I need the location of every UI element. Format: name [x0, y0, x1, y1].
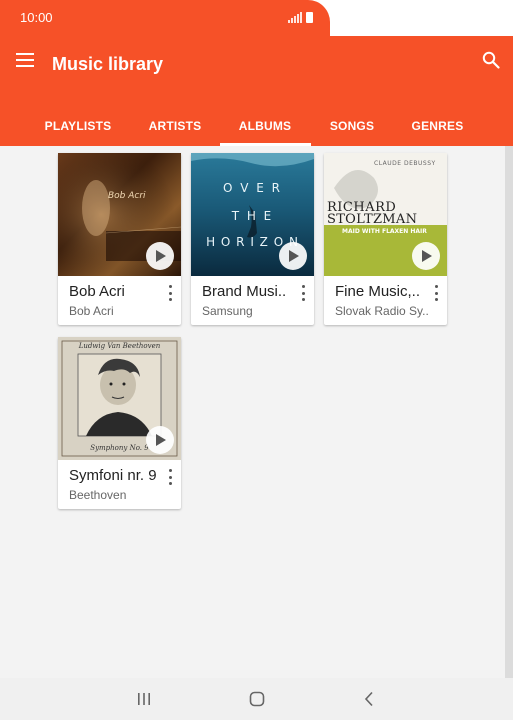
tab-songs[interactable]: SONGS [322, 119, 382, 133]
back-icon[interactable] [360, 690, 380, 708]
album-artist: Beethoven [69, 488, 127, 502]
tab-bar: PLAYLISTS ARTISTS ALBUMS SONGS GENRES [0, 110, 513, 146]
album-card[interactable]: Bob Acri Bob Acri Bob Acri [58, 153, 181, 325]
album-art-name2: STOLTZMAN [327, 212, 418, 227]
album-art-composer: Ludwig Van Beethoven [78, 342, 161, 350]
album-title: Brand Musi.. [202, 283, 287, 300]
status-icons [288, 11, 313, 23]
more-options-icon[interactable] [431, 285, 441, 301]
album-grid[interactable]: Bob Acri Bob Acri Bob Acri O V E R T H E… [0, 146, 513, 678]
play-button[interactable] [146, 426, 174, 454]
tab-playlists[interactable]: PLAYLISTS [38, 119, 118, 133]
album-card[interactable]: O V E R T H E H O R I Z O N Brand Musi..… [191, 153, 314, 325]
page-title: Music library [52, 54, 164, 74]
album-art-text: Bob Acri [108, 191, 146, 201]
more-options-icon[interactable] [298, 285, 308, 301]
album-card[interactable]: Ludwig Van Beethoven Symphony No. 9 Symf… [58, 337, 181, 509]
play-icon [156, 434, 166, 446]
album-artist: Bob Acri [69, 304, 114, 318]
album-title: Symfoni nr. 9 [69, 467, 157, 484]
play-button[interactable] [412, 242, 440, 270]
play-icon [422, 250, 432, 262]
album-art-line: O V E R [222, 181, 283, 195]
tab-albums[interactable]: ALBUMS [225, 119, 305, 133]
play-icon [156, 250, 166, 262]
tab-artists[interactable]: ARTISTS [140, 119, 210, 133]
album-title: Bob Acri [69, 283, 125, 300]
system-navigation-bar [0, 678, 513, 720]
album-art-subtitle: MAID WITH FLAXEN HAIR [342, 228, 427, 235]
album-art-composer: CLAUDE DEBUSSY [374, 160, 436, 167]
menu-icon[interactable] [16, 53, 34, 67]
more-options-icon[interactable] [165, 285, 175, 301]
status-bar: 10:00 [0, 0, 513, 36]
album-artist: Slovak Radio Sy.. [335, 304, 429, 318]
more-options-icon[interactable] [165, 469, 175, 485]
recent-apps-icon[interactable] [134, 690, 154, 708]
album-card[interactable]: CLAUDE DEBUSSY RICHARD STOLTZMAN MAID WI… [324, 153, 447, 325]
album-art-line: T H E [231, 209, 274, 223]
signal-icon [288, 12, 302, 23]
play-button[interactable] [146, 242, 174, 270]
search-icon[interactable] [482, 51, 500, 69]
album-title: Fine Music,.. [335, 283, 421, 300]
tab-genres[interactable]: GENRES [405, 119, 470, 133]
scrollbar[interactable] [505, 146, 513, 678]
battery-icon [306, 12, 313, 23]
play-button[interactable] [279, 242, 307, 270]
album-artist: Samsung [202, 304, 253, 318]
status-time: 10:00 [20, 10, 53, 25]
app-header: Music library PLAYLISTS ARTISTS ALBUMS S… [0, 36, 513, 146]
home-icon[interactable] [247, 690, 267, 708]
play-icon [289, 250, 299, 262]
